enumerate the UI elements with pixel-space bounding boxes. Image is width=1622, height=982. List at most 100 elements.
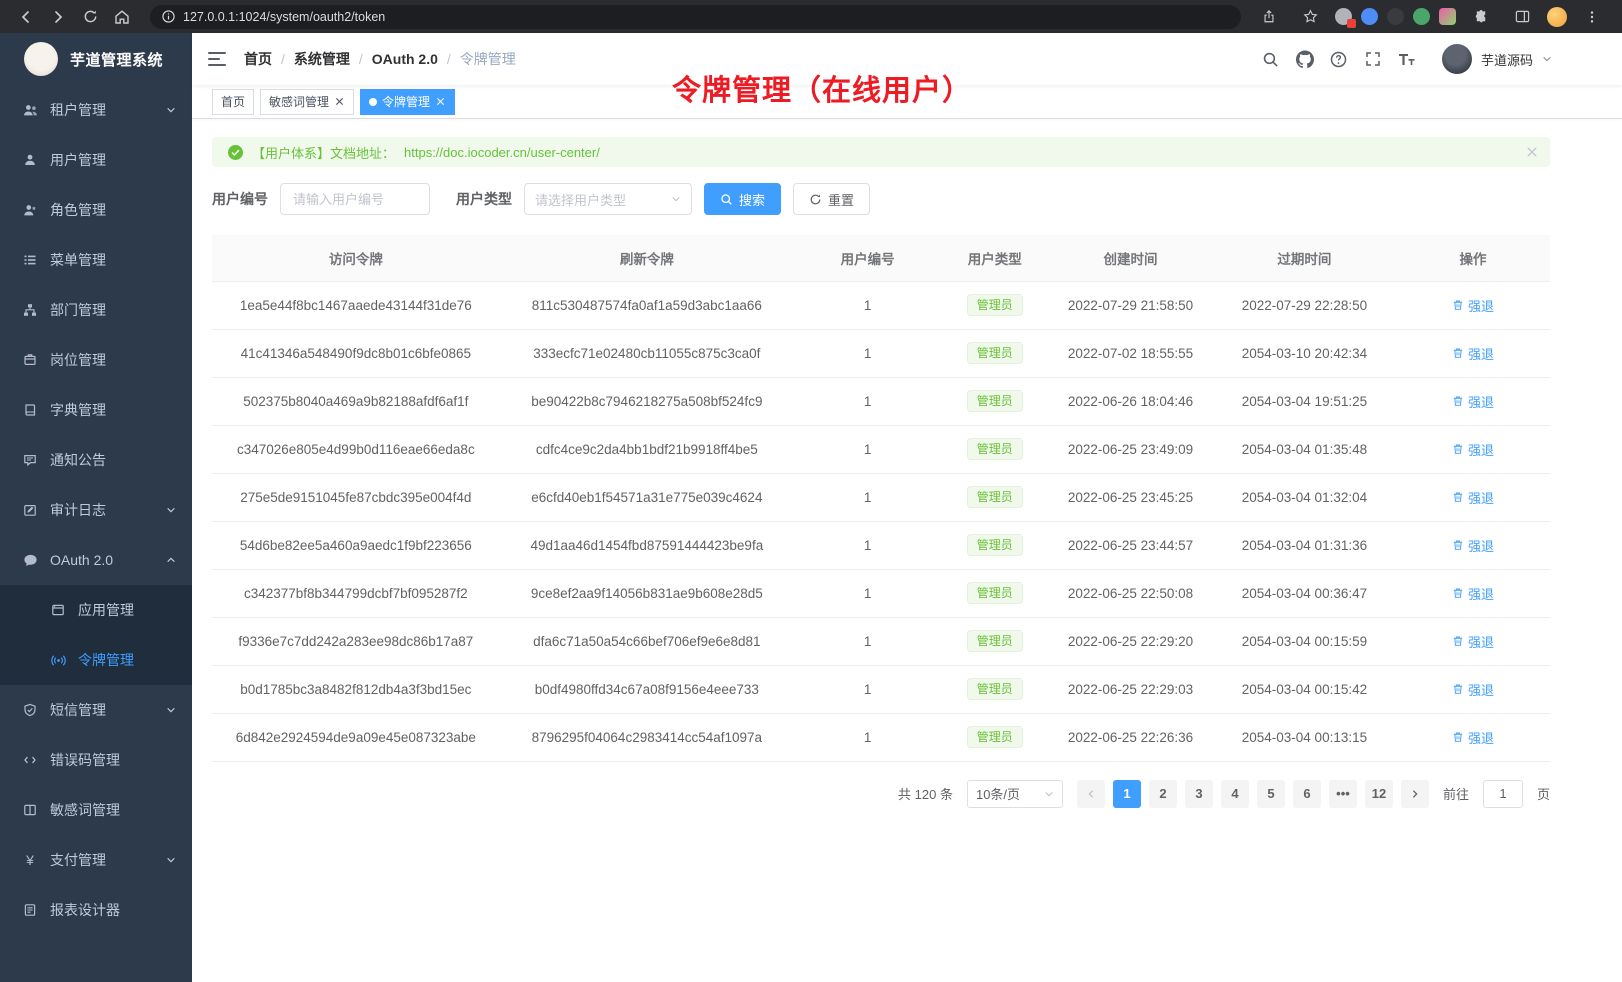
browser-profile-avatar[interactable] <box>1547 7 1567 27</box>
page-button[interactable]: 3 <box>1185 780 1213 808</box>
cell-access-token: b0d1785bc3a8482f812db4a3f3bd15ec <box>212 665 500 713</box>
browser-chrome: 127.0.0.1:1024/system/oauth2/token <box>0 0 1622 33</box>
sidebar-item-sms[interactable]: 短信管理 <box>0 685 192 735</box>
fullscreen-icon[interactable] <box>1364 50 1382 68</box>
reset-button[interactable]: 重置 <box>793 183 870 215</box>
tag-home[interactable]: 首页 <box>212 89 254 115</box>
broadcast-icon <box>50 652 66 668</box>
goto-label: 前往 <box>1443 784 1469 803</box>
breadcrumb-separator: / <box>281 51 285 67</box>
home-icon[interactable] <box>109 4 135 30</box>
github-icon[interactable] <box>1296 50 1314 68</box>
prev-page-button[interactable] <box>1077 780 1105 808</box>
user-type-select[interactable]: 请选择用户类型 <box>524 183 692 215</box>
search-icon[interactable] <box>1262 50 1280 68</box>
force-logout-button[interactable]: 强退 <box>1452 440 1494 459</box>
sidebar-item-dept[interactable]: 部门管理 <box>0 285 192 335</box>
breadcrumb-item[interactable]: 首页 <box>244 49 272 69</box>
cell-user-type: 管理员 <box>941 569 1048 617</box>
side-panel-icon[interactable] <box>1509 4 1535 30</box>
breadcrumb-item[interactable]: 系统管理 <box>294 49 350 69</box>
table-row: 502375b8040a469a9b82188afdf6af1f be90422… <box>212 377 1550 425</box>
sidebar-item-tenant[interactable]: 租户管理 <box>0 85 192 135</box>
doc-link[interactable]: https://doc.iocoder.cn/user-center/ <box>404 145 600 160</box>
page-button[interactable]: 6 <box>1293 780 1321 808</box>
next-page-button[interactable] <box>1401 780 1429 808</box>
sidebar-item-sensitive-word[interactable]: 敏感词管理 <box>0 785 192 835</box>
breadcrumb-item-current: 令牌管理 <box>460 49 516 69</box>
breadcrumb-item[interactable]: OAuth 2.0 <box>372 51 438 67</box>
sidebar-item-notice[interactable]: 通知公告 <box>0 435 192 485</box>
user-type-badge: 管理员 <box>967 630 1023 652</box>
font-size-icon[interactable] <box>1398 50 1416 68</box>
reload-icon[interactable] <box>77 4 103 30</box>
force-logout-button[interactable]: 强退 <box>1452 728 1494 747</box>
sidebar-item-payment[interactable]: ¥ 支付管理 <box>0 835 192 885</box>
goto-page-input[interactable] <box>1483 780 1523 808</box>
page-size-select[interactable]: 10条/页 <box>967 780 1063 808</box>
delete-icon <box>1452 587 1464 599</box>
cell-user-id: 1 <box>794 665 941 713</box>
extension-icon-dark[interactable] <box>1387 8 1404 25</box>
sidebar-item-audit-log[interactable]: 审计日志 <box>0 485 192 535</box>
tag-token-manage[interactable]: 令牌管理 <box>360 89 455 115</box>
cell-created: 2022-07-02 18:55:55 <box>1048 329 1213 377</box>
force-logout-button[interactable]: 强退 <box>1452 584 1494 603</box>
search-button[interactable]: 搜索 <box>704 183 781 215</box>
forward-icon[interactable] <box>45 4 71 30</box>
browser-menu-icon[interactable] <box>1579 4 1605 30</box>
sidebar-item-role[interactable]: 角色管理 <box>0 185 192 235</box>
sidebar-item-user[interactable]: 用户管理 <box>0 135 192 185</box>
close-icon[interactable] <box>334 96 345 107</box>
close-icon[interactable] <box>1526 146 1538 158</box>
sidebar-item-oauth2[interactable]: OAuth 2.0 <box>0 535 192 585</box>
force-logout-button[interactable]: 强退 <box>1452 680 1494 699</box>
page-content: 【用户体系】文档地址： https://doc.iocoder.cn/user-… <box>192 119 1622 982</box>
sidebar-item-menu[interactable]: 菜单管理 <box>0 235 192 285</box>
extension-icon-multicolor[interactable] <box>1439 8 1456 25</box>
help-icon[interactable] <box>1330 50 1348 68</box>
cell-expires: 2054-03-04 01:35:48 <box>1213 425 1396 473</box>
sidebar-item-token-manage[interactable]: 令牌管理 <box>0 635 192 685</box>
share-icon[interactable] <box>1256 4 1282 30</box>
page-button[interactable]: 1 <box>1113 780 1141 808</box>
message-icon <box>22 452 38 468</box>
tag-sensitive-word[interactable]: 敏感词管理 <box>260 89 354 115</box>
cell-refresh-token: dfa6c71a50a54c66bef706ef9e6e8d81 <box>500 617 794 665</box>
sidebar-item-dict[interactable]: 字典管理 <box>0 385 192 435</box>
force-logout-button[interactable]: 强退 <box>1452 296 1494 315</box>
force-logout-button[interactable]: 强退 <box>1452 536 1494 555</box>
extension-icon-green[interactable] <box>1413 8 1430 25</box>
sidebar-collapse-icon[interactable] <box>208 52 228 66</box>
site-info-icon[interactable] <box>162 10 175 23</box>
sidebar-item-error-code[interactable]: 错误码管理 <box>0 735 192 785</box>
column-header: 创建时间 <box>1048 235 1213 281</box>
force-logout-button[interactable]: 强退 <box>1452 392 1494 411</box>
page-button[interactable]: 2 <box>1149 780 1177 808</box>
user-id-input[interactable] <box>280 183 430 215</box>
page-button[interactable]: 4 <box>1221 780 1249 808</box>
sidebar-item-app-manage[interactable]: 应用管理 <box>0 585 192 635</box>
table-row: 41c41346a548490f9dc8b01c6bfe0865 333ecfc… <box>212 329 1550 377</box>
page-button[interactable]: 12 <box>1365 780 1393 808</box>
sidebar-item-report-designer[interactable]: 报表设计器 <box>0 885 192 935</box>
app-title: 芋道管理系统 <box>70 49 163 70</box>
force-logout-button[interactable]: 强退 <box>1452 488 1494 507</box>
sidebar-item-post[interactable]: 岗位管理 <box>0 335 192 385</box>
extension-icon-badged[interactable] <box>1335 8 1352 25</box>
extension-icon-blue[interactable] <box>1361 8 1378 25</box>
cell-user-id: 1 <box>794 329 941 377</box>
cell-created: 2022-06-26 18:04:46 <box>1048 377 1213 425</box>
delete-icon <box>1452 539 1464 551</box>
close-icon[interactable] <box>435 96 446 107</box>
more-pages-button[interactable]: ••• <box>1329 780 1357 808</box>
force-logout-button[interactable]: 强退 <box>1452 632 1494 651</box>
page-button[interactable]: 5 <box>1257 780 1285 808</box>
extensions-puzzle-icon[interactable] <box>1468 4 1494 30</box>
bookmark-star-icon[interactable] <box>1297 4 1323 30</box>
address-bar[interactable]: 127.0.0.1:1024/system/oauth2/token <box>150 5 1241 29</box>
force-logout-button[interactable]: 强退 <box>1452 344 1494 363</box>
back-icon[interactable] <box>13 4 39 30</box>
user-menu[interactable]: 芋道源码 <box>1442 44 1552 74</box>
cell-refresh-token: 8796295f04064c2983414cc54af1097a <box>500 713 794 761</box>
